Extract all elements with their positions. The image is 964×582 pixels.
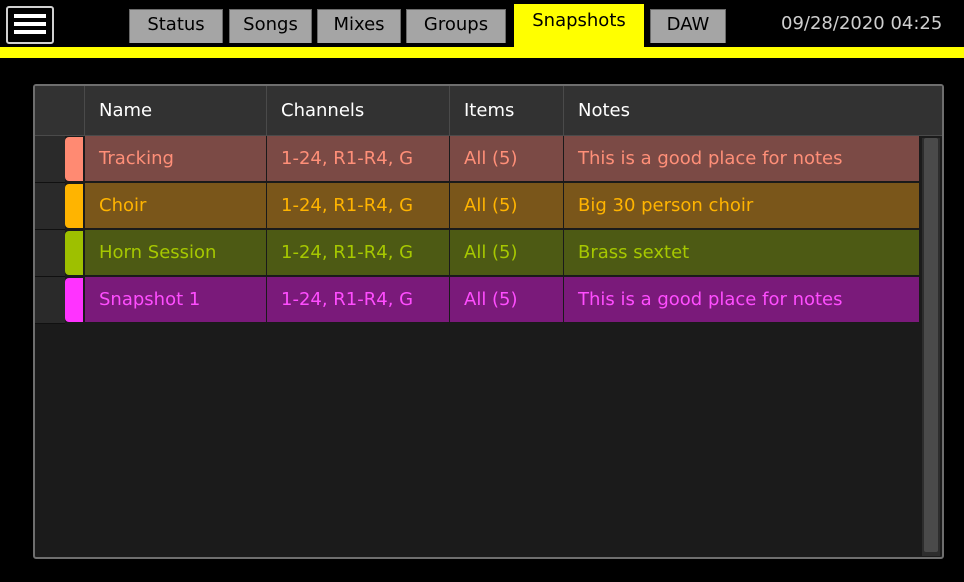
header-handle-column [35,86,85,135]
scrollbar-thumb[interactable] [924,138,938,552]
table-header: Name Channels Items Notes [35,86,942,136]
column-header-items[interactable]: Items [450,86,564,135]
drag-handle-icon[interactable] [35,183,65,230]
cell-name[interactable]: Snapshot 1 [85,277,267,323]
color-swatch[interactable] [65,184,83,228]
drag-handle-icon[interactable] [35,230,65,277]
color-swatch[interactable] [65,137,83,181]
datetime-display: 09/28/2020 04:25 [781,13,943,34]
column-header-channels[interactable]: Channels [267,86,450,135]
tab-snapshots[interactable]: Snapshots [514,4,644,47]
table-row[interactable]: Snapshot 1 1-24, R1-R4, G All (5) This is a… [35,277,920,324]
cell-notes[interactable]: Brass sextet [564,230,920,276]
table-row[interactable]: Tracking 1-24, R1-R4, G All (5) This is a g… [35,136,920,183]
cell-notes[interactable]: This is a good place for notes [564,277,920,323]
color-swatch[interactable] [65,231,83,275]
cell-name[interactable]: Tracking [85,136,267,182]
color-swatch[interactable] [65,278,83,322]
drag-handle-icon[interactable] [35,277,65,324]
top-bar: Status Songs Mixes Groups Snapshots DAW … [0,0,964,47]
hamburger-menu-icon[interactable] [6,6,54,44]
cell-channels[interactable]: 1-24, R1-R4, G [267,230,450,276]
column-header-notes[interactable]: Notes [564,86,942,135]
cell-notes[interactable]: This is a good place for notes [564,136,920,182]
tab-songs[interactable]: Songs [229,9,312,43]
cell-notes[interactable]: Big 30 person choir [564,183,920,229]
column-header-name[interactable]: Name [85,86,267,135]
table-row[interactable]: Choir 1-24, R1-R4, G All (5) Big 30 person … [35,183,920,230]
menu-bar-line [14,14,46,18]
cell-channels[interactable]: 1-24, R1-R4, G [267,136,450,182]
tab-status[interactable]: Status [129,9,223,43]
drag-handle-icon[interactable] [35,136,65,183]
snapshots-table: Name Channels Items Notes Tracking 1-24, … [33,84,944,559]
tab-groups[interactable]: Groups [406,9,506,43]
cell-channels[interactable]: 1-24, R1-R4, G [267,277,450,323]
tab-daw[interactable]: DAW [650,9,726,43]
cell-name[interactable]: Horn Session [85,230,267,276]
table-row[interactable]: Horn Session 1-24, R1-R4, G All (5) Brass s… [35,230,920,277]
tab-mixes[interactable]: Mixes [317,9,401,43]
cell-items[interactable]: All (5) [450,183,564,229]
cell-channels[interactable]: 1-24, R1-R4, G [267,183,450,229]
vertical-scrollbar[interactable] [922,138,940,556]
cell-items[interactable]: All (5) [450,230,564,276]
menu-bar-line [14,30,46,34]
cell-items[interactable]: All (5) [450,277,564,323]
accent-divider [0,47,964,58]
cell-name[interactable]: Choir [85,183,267,229]
cell-items[interactable]: All (5) [450,136,564,182]
menu-bar-line [14,22,46,26]
